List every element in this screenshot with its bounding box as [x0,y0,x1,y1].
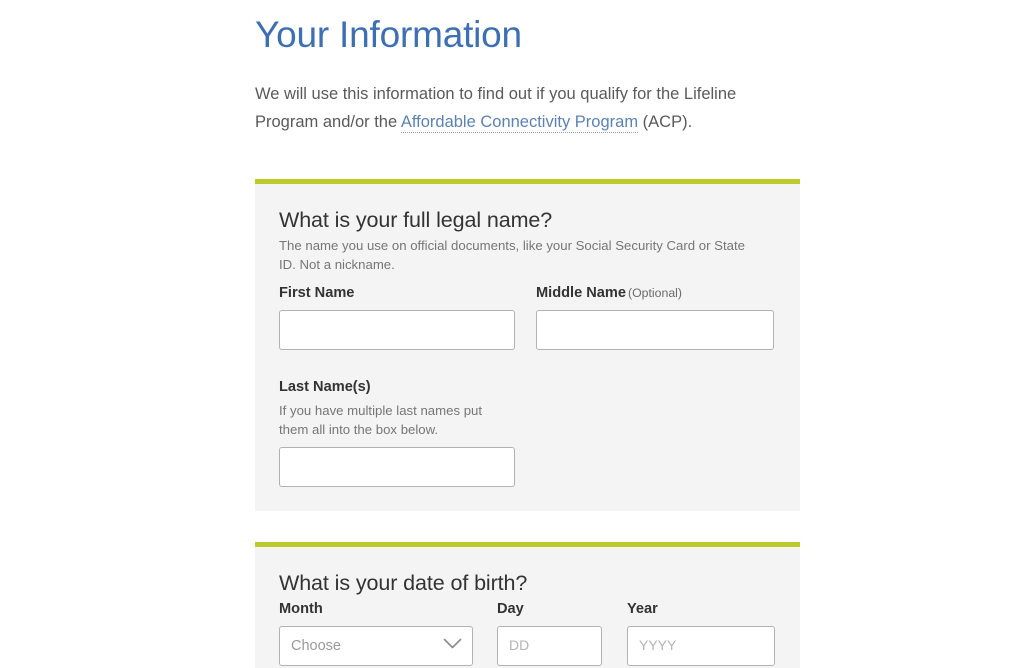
page-root: Your Information We will use this inform… [0,0,1024,668]
content-column: Your Information We will use this inform… [255,0,800,668]
name-fields-row: First Name Middle Name (Optional) [279,283,776,350]
last-name-note: If you have multiple last names put them… [279,403,483,437]
full-legal-name-panel: What is your full legal name? The name y… [255,179,800,511]
last-name-label: Last Name(s) [279,379,371,395]
last-name-field-group: Last Name(s) If you have multiple last n… [279,377,515,487]
first-name-field-group: First Name [279,283,515,350]
month-select[interactable]: Choose [279,626,473,666]
affordable-connectivity-program-link[interactable]: Affordable Connectivity Program [400,113,639,133]
date-of-birth-heading: What is your date of birth? [279,571,528,595]
full-legal-name-heading: What is your full legal name? [279,208,553,232]
year-field-group: Year [627,599,775,666]
last-name-input[interactable] [279,447,515,487]
middle-name-label: Middle Name (Optional) [536,283,774,303]
middle-name-field-group: Middle Name (Optional) [536,283,774,350]
month-field-group: Month Choose [279,599,473,666]
day-input[interactable] [497,626,602,666]
middle-name-input[interactable] [536,310,774,350]
intro-text-after-link: (ACP). [638,113,693,131]
day-field-group: Day [497,599,602,666]
page-intro: We will use this information to find out… [255,58,800,136]
first-name-label: First Name [279,285,355,301]
month-select-wrapper: Choose [279,626,473,666]
middle-name-label-text: Middle Name [536,285,627,301]
date-of-birth-fields-row: Month Choose Day DD Year YYYY [279,599,776,666]
month-label: Month [279,601,323,617]
year-input[interactable] [627,626,775,666]
middle-name-optional-tag: (Optional) [628,286,683,300]
year-label: Year [627,601,658,617]
page-title: Your Information [255,14,522,55]
month-select-value: Choose [291,638,341,654]
first-name-input[interactable] [279,310,515,350]
full-legal-name-help-text: The name you use on official documents, … [279,238,745,272]
date-of-birth-panel: What is your date of birth? Month Choose [255,542,800,668]
day-label: Day [497,601,524,617]
